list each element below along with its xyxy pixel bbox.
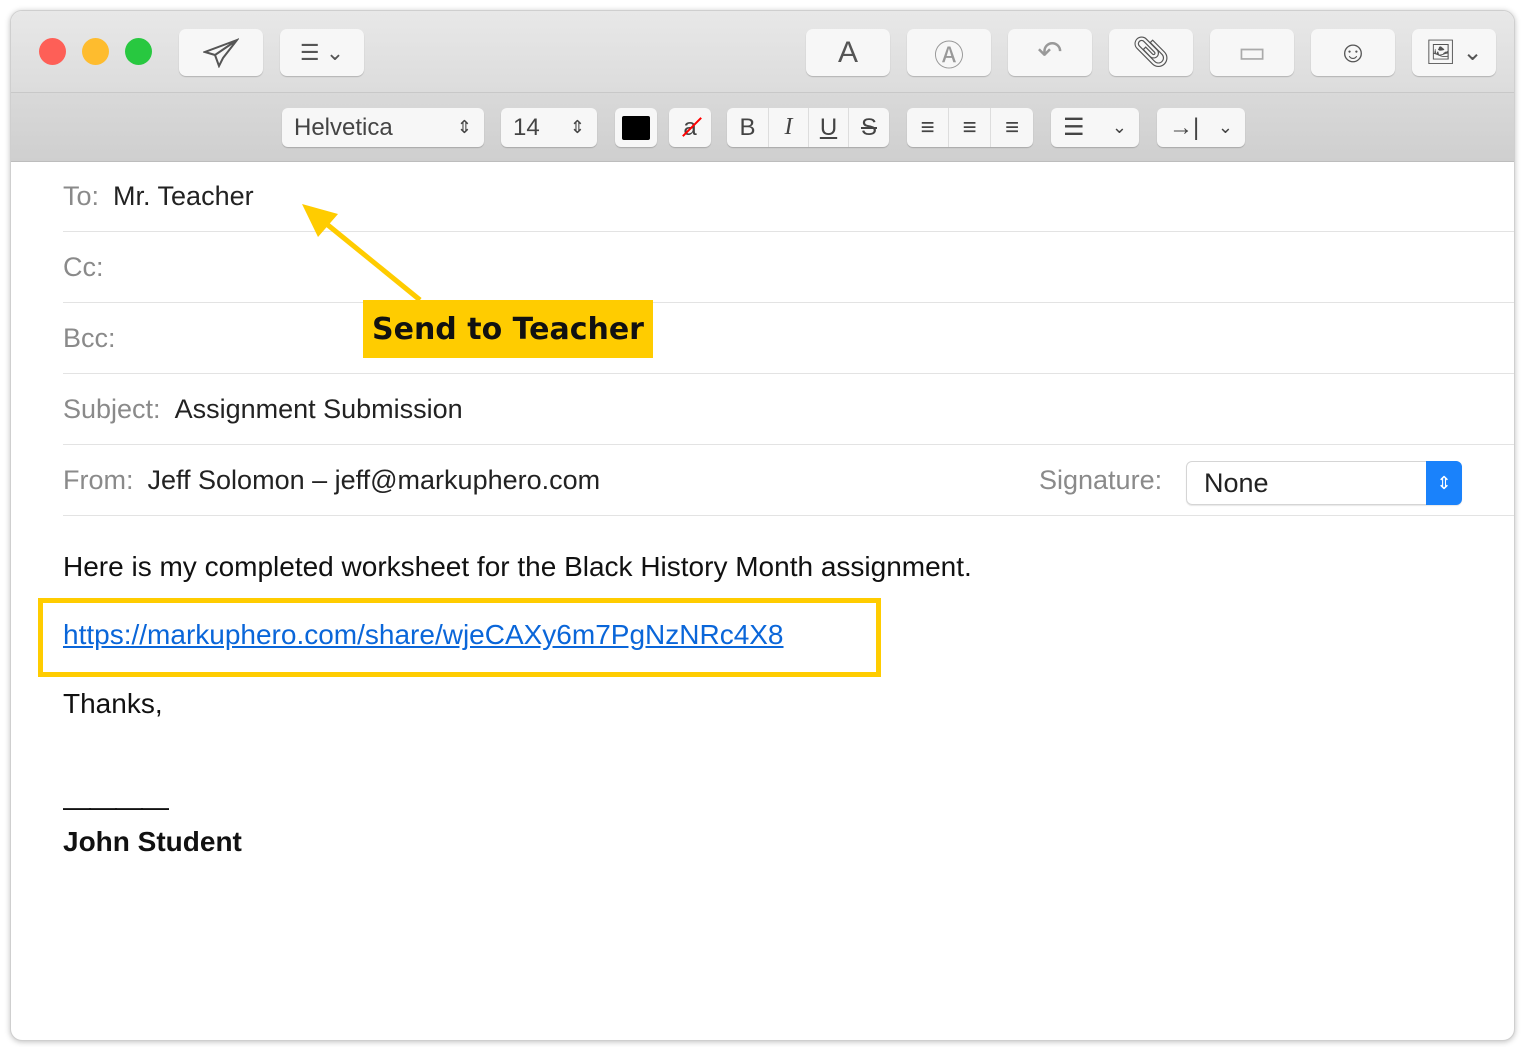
send-to-teacher-callout: Send to Teacher [363, 300, 653, 358]
annotation-arrow [302, 204, 422, 302]
